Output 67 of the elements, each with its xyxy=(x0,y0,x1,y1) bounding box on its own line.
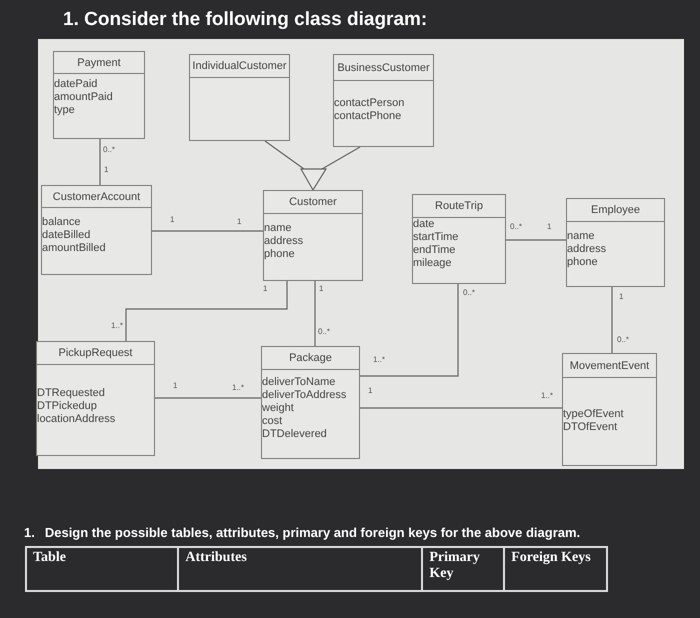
connector-line xyxy=(314,281,316,346)
attribute-text: balance xyxy=(42,216,81,229)
class-name: MovementEvent xyxy=(570,360,650,372)
attribute-text: date xyxy=(413,218,434,231)
attribute-text: DTDelevered xyxy=(262,428,327,441)
class-name: RouteTrip xyxy=(435,200,483,212)
attribute-text: mileage xyxy=(413,257,452,270)
column-header: Table xyxy=(26,547,178,591)
multiplicity-label: 0..* xyxy=(617,335,630,344)
multiplicity-label: 0..* xyxy=(318,327,330,336)
attribute-text: address xyxy=(264,235,304,248)
attribute-text: amountPaid xyxy=(54,91,113,104)
multiplicity-label: 1 xyxy=(319,284,324,293)
class-name: BusinessCustomer xyxy=(337,62,430,74)
class-name: Customer xyxy=(289,196,337,208)
attribute-text: startTime xyxy=(413,231,458,244)
attribute-text: amountBilled xyxy=(42,242,106,255)
multiplicity-label: 1..* xyxy=(232,383,244,392)
multiplicity-label: 1 xyxy=(104,165,108,174)
column-header: Attributes xyxy=(178,547,422,591)
attribute-text: deliverToName xyxy=(262,376,336,389)
attribute-text: name xyxy=(264,222,292,235)
multiplicity-label: 1 xyxy=(237,217,242,226)
connector-line xyxy=(611,287,613,353)
attribute-text: contactPerson xyxy=(334,97,404,110)
attribute-text: locationAddress xyxy=(37,413,116,426)
multiplicity-label: 1 xyxy=(170,215,174,224)
class-name: Employee xyxy=(591,204,640,216)
attribute-text: endTime xyxy=(413,244,456,257)
attribute-text: name xyxy=(567,230,595,243)
attribute-text: contactPhone xyxy=(334,110,402,123)
attribute-text: DTRequested xyxy=(37,387,105,400)
multiplicity-label: 1 xyxy=(368,386,372,395)
class-name: CustomerAccount xyxy=(52,190,140,202)
attribute-text: dateBilled xyxy=(42,229,90,242)
multiplicity-label: 1..* xyxy=(541,391,554,400)
attribute-text: phone xyxy=(567,256,598,269)
attribute-text: address xyxy=(567,243,606,256)
multiplicity-label: 1 xyxy=(173,381,178,390)
class-name: Payment xyxy=(77,56,121,68)
class-name: PickupRequest xyxy=(58,347,132,359)
class-name: Package xyxy=(289,352,332,364)
class-name: IndividualCustomer xyxy=(192,60,287,72)
multiplicity-label: 1 xyxy=(547,222,552,231)
multiplicity-label: 0..* xyxy=(510,222,522,231)
attribute-text: DTOfEvent xyxy=(563,421,618,434)
question-text: Design the possible tables, attributes, primary and foreign keys for the above diagram. xyxy=(44,525,580,540)
multiplicity-label: 1 xyxy=(263,284,268,293)
question-number: 1. xyxy=(24,525,35,540)
multiplicity-label: 0..* xyxy=(463,288,476,297)
connector-line xyxy=(506,239,566,241)
connector-line xyxy=(99,139,101,185)
attribute-text: cost xyxy=(262,415,282,428)
multiplicity-label: 1..* xyxy=(111,321,124,330)
attribute-text: type xyxy=(54,104,75,117)
multiplicity-label: 1..* xyxy=(373,355,386,364)
attribute-text: weight xyxy=(262,402,294,415)
attribute-text: DTPickedup xyxy=(37,400,97,413)
attribute-text: typeOfEvent xyxy=(563,408,624,421)
attribute-text: deliverToAddress xyxy=(262,389,346,402)
multiplicity-label: 1 xyxy=(619,292,624,301)
heading: 1. Consider the following class diagram: xyxy=(62,8,428,32)
multiplicity-label: 0..* xyxy=(103,145,116,154)
attribute-text: datePaid xyxy=(54,78,98,91)
column-header: Foreign Keys xyxy=(504,547,607,591)
column-header: Primary Key xyxy=(422,547,504,591)
attribute-text: phone xyxy=(264,248,295,261)
